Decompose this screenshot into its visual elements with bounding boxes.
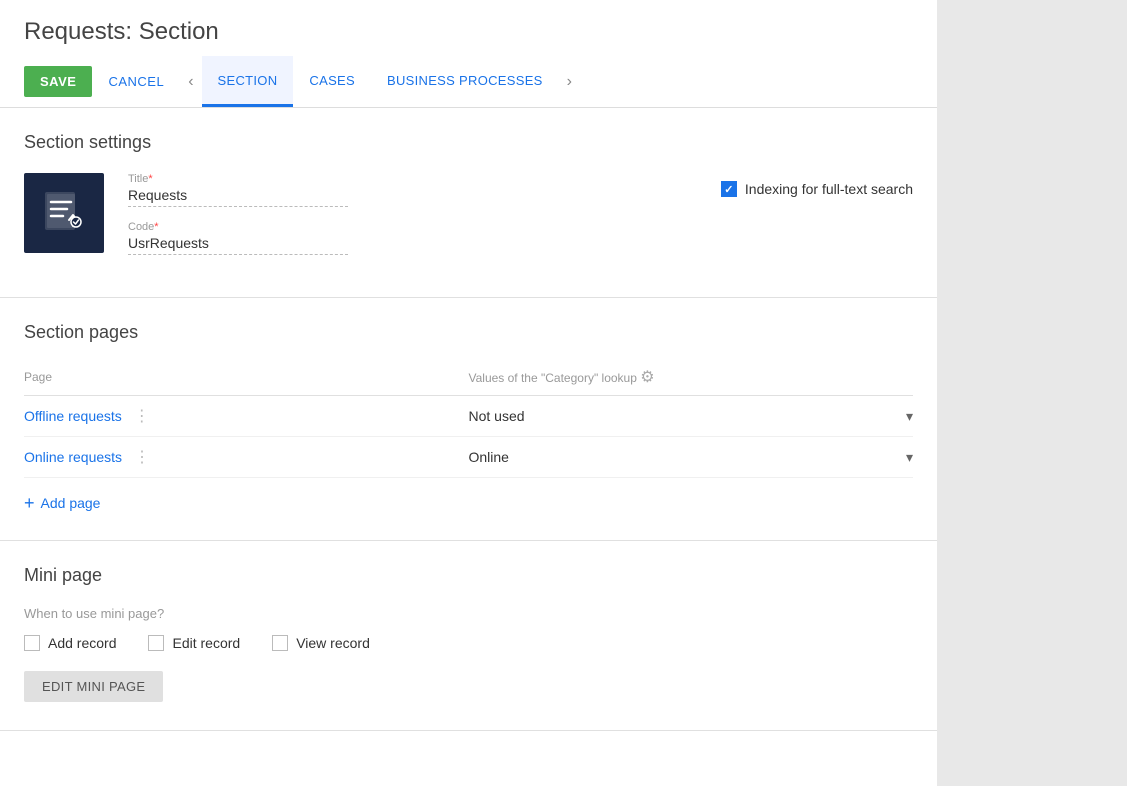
indexing-checkbox[interactable]	[721, 181, 737, 197]
col-lookup-header: Values of the "Category" lookup ⚙	[469, 363, 914, 396]
save-button[interactable]: SAVE	[24, 66, 92, 97]
add-record-checkbox[interactable]	[24, 635, 40, 651]
col-page-header: Page	[24, 363, 469, 396]
check-view-record: View record	[272, 635, 370, 651]
nav-prev-button[interactable]: ‹	[180, 65, 201, 99]
mini-page-heading: Mini page	[24, 565, 913, 586]
table-row: Online requests ⋮ Online ▾	[24, 437, 913, 478]
tab-business-processes[interactable]: BUSINESS PROCESSES	[371, 56, 559, 107]
check-edit-record: Edit record	[148, 635, 240, 651]
offline-requests-link[interactable]: Offline requests	[24, 408, 122, 424]
drag-handle-offline[interactable]: ⋮	[134, 408, 150, 425]
mini-page-block: Mini page When to use mini page? Add rec…	[0, 541, 937, 731]
code-field-row: Code* UsrRequests	[128, 221, 637, 255]
dropdown-offline: Not used ▾	[469, 408, 914, 425]
page-cell-online: Online requests ⋮	[24, 437, 469, 478]
lookup-cell-offline: Not used ▾	[469, 396, 914, 437]
lookup-cell-online: Online ▾	[469, 437, 914, 478]
section-pages-heading: Section pages	[24, 322, 913, 343]
dropdown-online-arrow[interactable]: ▾	[906, 449, 913, 466]
edit-record-label: Edit record	[172, 635, 240, 651]
edit-mini-page-button[interactable]: EDIT MINI PAGE	[24, 671, 163, 702]
add-page-button[interactable]: + Add page	[24, 494, 100, 512]
section-icon	[24, 173, 104, 253]
add-record-label: Add record	[48, 635, 116, 651]
indexing-checkbox-row: Indexing for full-text search	[721, 181, 913, 197]
mini-page-question: When to use mini page?	[24, 606, 913, 621]
nav-next-button[interactable]: ›	[559, 65, 580, 99]
title-field-row: Title* Requests	[128, 173, 637, 207]
title-value[interactable]: Requests	[128, 187, 348, 207]
table-row: Offline requests ⋮ Not used ▾	[24, 396, 913, 437]
online-requests-link[interactable]: Online requests	[24, 449, 122, 465]
dropdown-online-value: Online	[469, 449, 902, 465]
mini-page-checks: Add record Edit record View record	[24, 635, 913, 651]
right-sidebar	[937, 0, 1127, 786]
cancel-button[interactable]: CANCEL	[92, 66, 180, 97]
fields-group: Title* Requests Code* UsrRequests	[128, 173, 637, 269]
gear-button[interactable]: ⚙	[640, 367, 654, 387]
pages-table: Page Values of the "Category" lookup ⚙ O…	[24, 363, 913, 478]
page-header: Requests: Section	[0, 0, 937, 56]
indexing-label: Indexing for full-text search	[745, 181, 913, 197]
code-value[interactable]: UsrRequests	[128, 235, 348, 255]
drag-handle-online[interactable]: ⋮	[134, 449, 150, 466]
section-settings-content: Title* Requests Code* UsrRequests In	[24, 173, 913, 269]
check-add-record: Add record	[24, 635, 116, 651]
tab-cases[interactable]: CASES	[293, 56, 371, 107]
content-area: Requests: Section SAVE CANCEL ‹ SECTION …	[0, 0, 937, 786]
code-label: Code*	[128, 221, 637, 233]
nav-tabs: SECTION CASES BUSINESS PROCESSES	[202, 56, 559, 107]
section-settings-heading: Section settings	[24, 132, 913, 153]
title-label: Title*	[128, 173, 637, 185]
page-cell-offline: Offline requests ⋮	[24, 396, 469, 437]
page-title: Requests: Section	[24, 18, 913, 46]
dropdown-offline-arrow[interactable]: ▾	[906, 408, 913, 425]
plus-icon: +	[24, 494, 35, 512]
section-settings-block: Section settings	[0, 108, 937, 298]
view-record-label: View record	[296, 635, 370, 651]
view-record-checkbox[interactable]	[272, 635, 288, 651]
tab-section[interactable]: SECTION	[202, 56, 294, 107]
dropdown-offline-value: Not used	[469, 408, 902, 424]
toolbar: SAVE CANCEL ‹ SECTION CASES BUSINESS PRO…	[0, 56, 937, 108]
section-pages-block: Section pages Page Values of the "Catego…	[0, 298, 937, 541]
page-wrapper: Requests: Section SAVE CANCEL ‹ SECTION …	[0, 0, 1127, 786]
right-fields: Indexing for full-text search	[721, 173, 913, 197]
edit-record-checkbox[interactable]	[148, 635, 164, 651]
dropdown-online: Online ▾	[469, 449, 914, 466]
